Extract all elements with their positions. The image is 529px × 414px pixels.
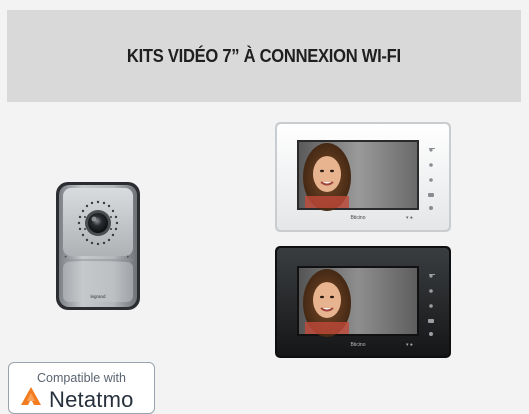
svg-text:▾ ●: ▾ ● (406, 215, 413, 221)
white-monitor-image: Bticino ▾ ● (275, 122, 451, 232)
netatmo-logo-icon (19, 385, 43, 414)
svg-text:▾ ●: ▾ ● (406, 342, 413, 348)
black-monitor-image: Bticino ▾ ● (275, 246, 451, 358)
badge-compatible-text: Compatible with (37, 371, 126, 385)
badge-brand-text: Netatmo (49, 386, 134, 412)
page-frame: KITS VIDÉO 7” À CONNEXION WI-FI ◂ ▸ legr… (7, 10, 521, 414)
netatmo-compatibility-badge: Compatible with Netatmo (8, 362, 155, 414)
doorbell-panel-image: ◂ ▸ legrand (54, 182, 144, 312)
white-monitor-brand: Bticino (350, 215, 365, 221)
page-title: KITS VIDÉO 7” À CONNEXION WI-FI (127, 45, 401, 66)
header-band: KITS VIDÉO 7” À CONNEXION WI-FI (7, 10, 521, 102)
doorbell-brand-label: legrand (90, 294, 106, 299)
black-monitor-brand: Bticino (350, 342, 365, 348)
